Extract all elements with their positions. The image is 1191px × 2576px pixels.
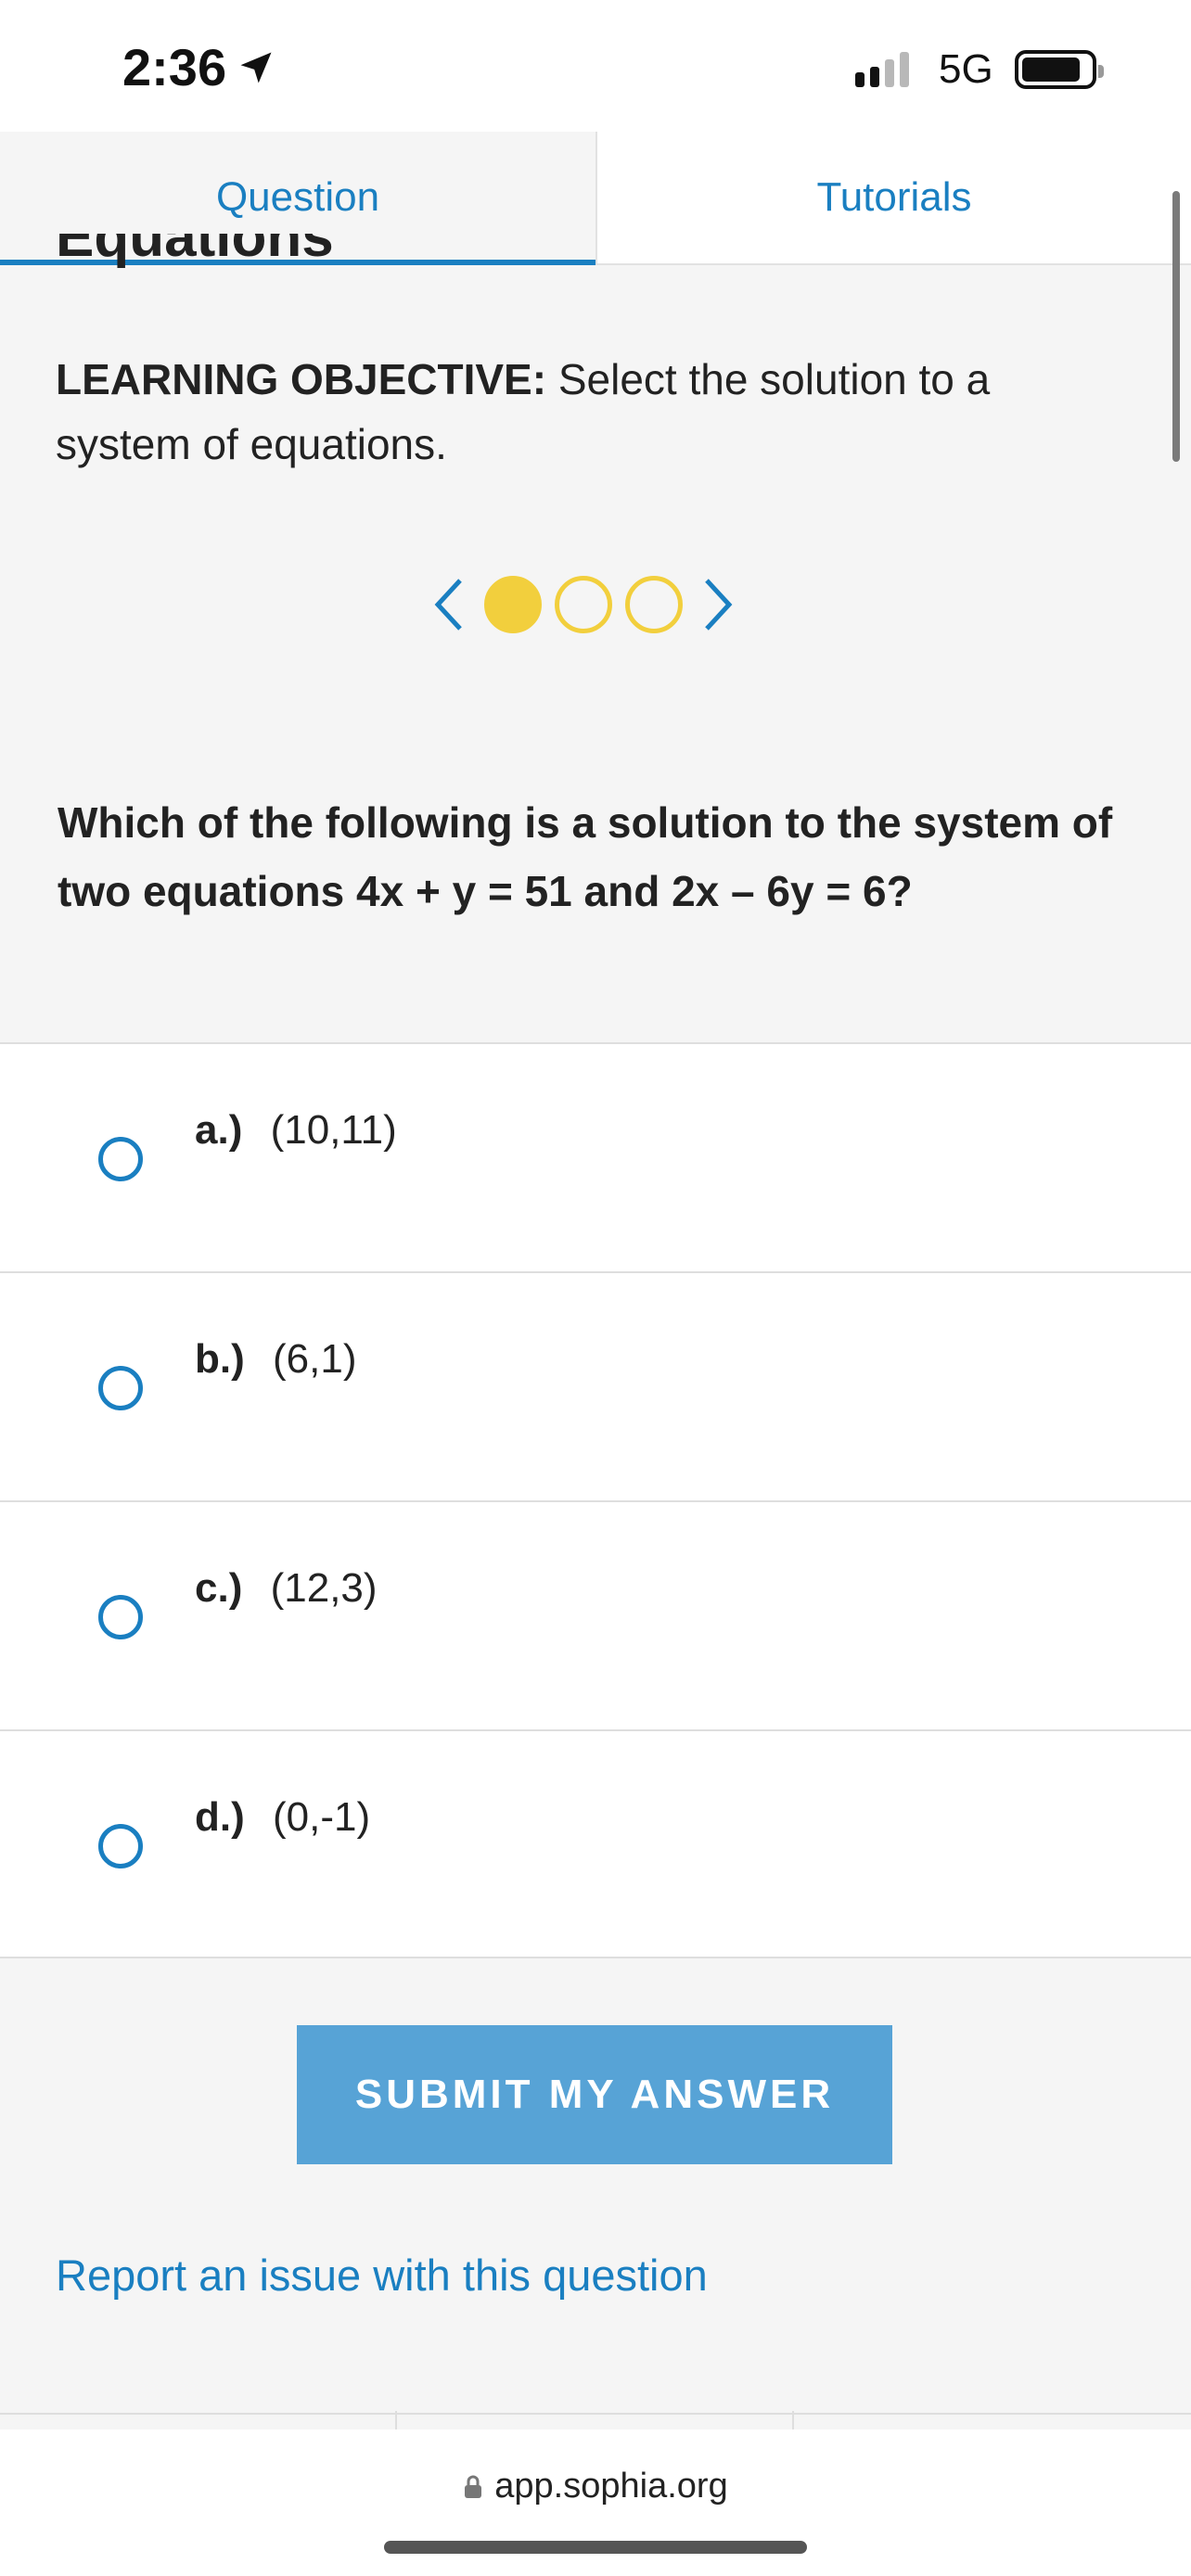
option-c[interactable]: c.) (12,3) (0, 1500, 1191, 1729)
status-bar: 2:36 5G (0, 0, 1191, 132)
radio-button[interactable] (98, 1366, 143, 1410)
option-letter: a.) (195, 1107, 243, 1153)
page: 2:36 5G Question Tutorials Equations LEA… (0, 0, 1191, 2576)
option-label: c.) (12,3) (195, 1565, 378, 1612)
option-a[interactable]: a.) (10,11) (0, 1042, 1191, 1271)
network-type: 5G (939, 46, 993, 92)
previous-button[interactable] (427, 571, 471, 638)
question-pager (427, 571, 740, 638)
option-value: (12,3) (270, 1565, 378, 1611)
tab-tutorials[interactable]: Tutorials (596, 132, 1191, 263)
option-label: b.) (6,1) (195, 1336, 356, 1383)
option-label: a.) (10,11) (195, 1107, 397, 1154)
option-label: d.) (0,-1) (195, 1794, 370, 1841)
option-value: (6,1) (273, 1336, 357, 1382)
page-title: Equations (56, 234, 334, 271)
lock-icon (465, 2475, 482, 2498)
option-letter: b.) (195, 1336, 245, 1382)
question-text: Which of the following is a solution to … (58, 798, 1113, 915)
home-indicator[interactable] (384, 2541, 807, 2554)
browser-address-bar: app.sophia.org (0, 2429, 1191, 2576)
option-value: (10,11) (270, 1107, 397, 1153)
pager-dot-2[interactable] (555, 576, 612, 633)
option-letter: c.) (195, 1565, 243, 1611)
chevron-right-icon (705, 579, 733, 631)
report-issue-link[interactable]: Report an issue with this question (56, 2250, 708, 2301)
radio-button[interactable] (98, 1824, 143, 1868)
battery-icon (1015, 50, 1104, 89)
scrollbar[interactable] (1172, 191, 1180, 462)
url-text: app.sophia.org (494, 2467, 728, 2506)
radio-button[interactable] (98, 1595, 143, 1639)
submit-answer-button[interactable]: SUBMIT MY ANSWER (297, 2025, 892, 2164)
option-letter: d.) (195, 1794, 245, 1840)
clock: 2:36 (122, 37, 276, 97)
location-arrow-icon (240, 52, 272, 83)
learning-objective: LEARNING OBJECTIVE: Select the solution … (56, 347, 1132, 477)
option-d[interactable]: d.) (0,-1) (0, 1729, 1191, 1958)
option-value: (0,-1) (273, 1794, 371, 1840)
next-button[interactable] (696, 571, 740, 638)
radio-button[interactable] (98, 1137, 143, 1181)
divider (0, 2411, 1191, 2431)
answer-options: a.) (10,11) b.) (6,1) c.) (12,3) d.) (0,… (0, 1042, 1191, 1958)
pager-dot-3[interactable] (625, 576, 683, 633)
pager-dot-1[interactable] (484, 576, 542, 633)
url-field[interactable]: app.sophia.org (0, 2467, 1191, 2506)
objective-label: LEARNING OBJECTIVE: (56, 355, 547, 403)
page-title-text: Equations (56, 234, 334, 269)
option-b[interactable]: b.) (6,1) (0, 1271, 1191, 1500)
time-text: 2:36 (122, 38, 227, 96)
signal-icon (855, 52, 909, 87)
chevron-left-icon (434, 579, 462, 631)
